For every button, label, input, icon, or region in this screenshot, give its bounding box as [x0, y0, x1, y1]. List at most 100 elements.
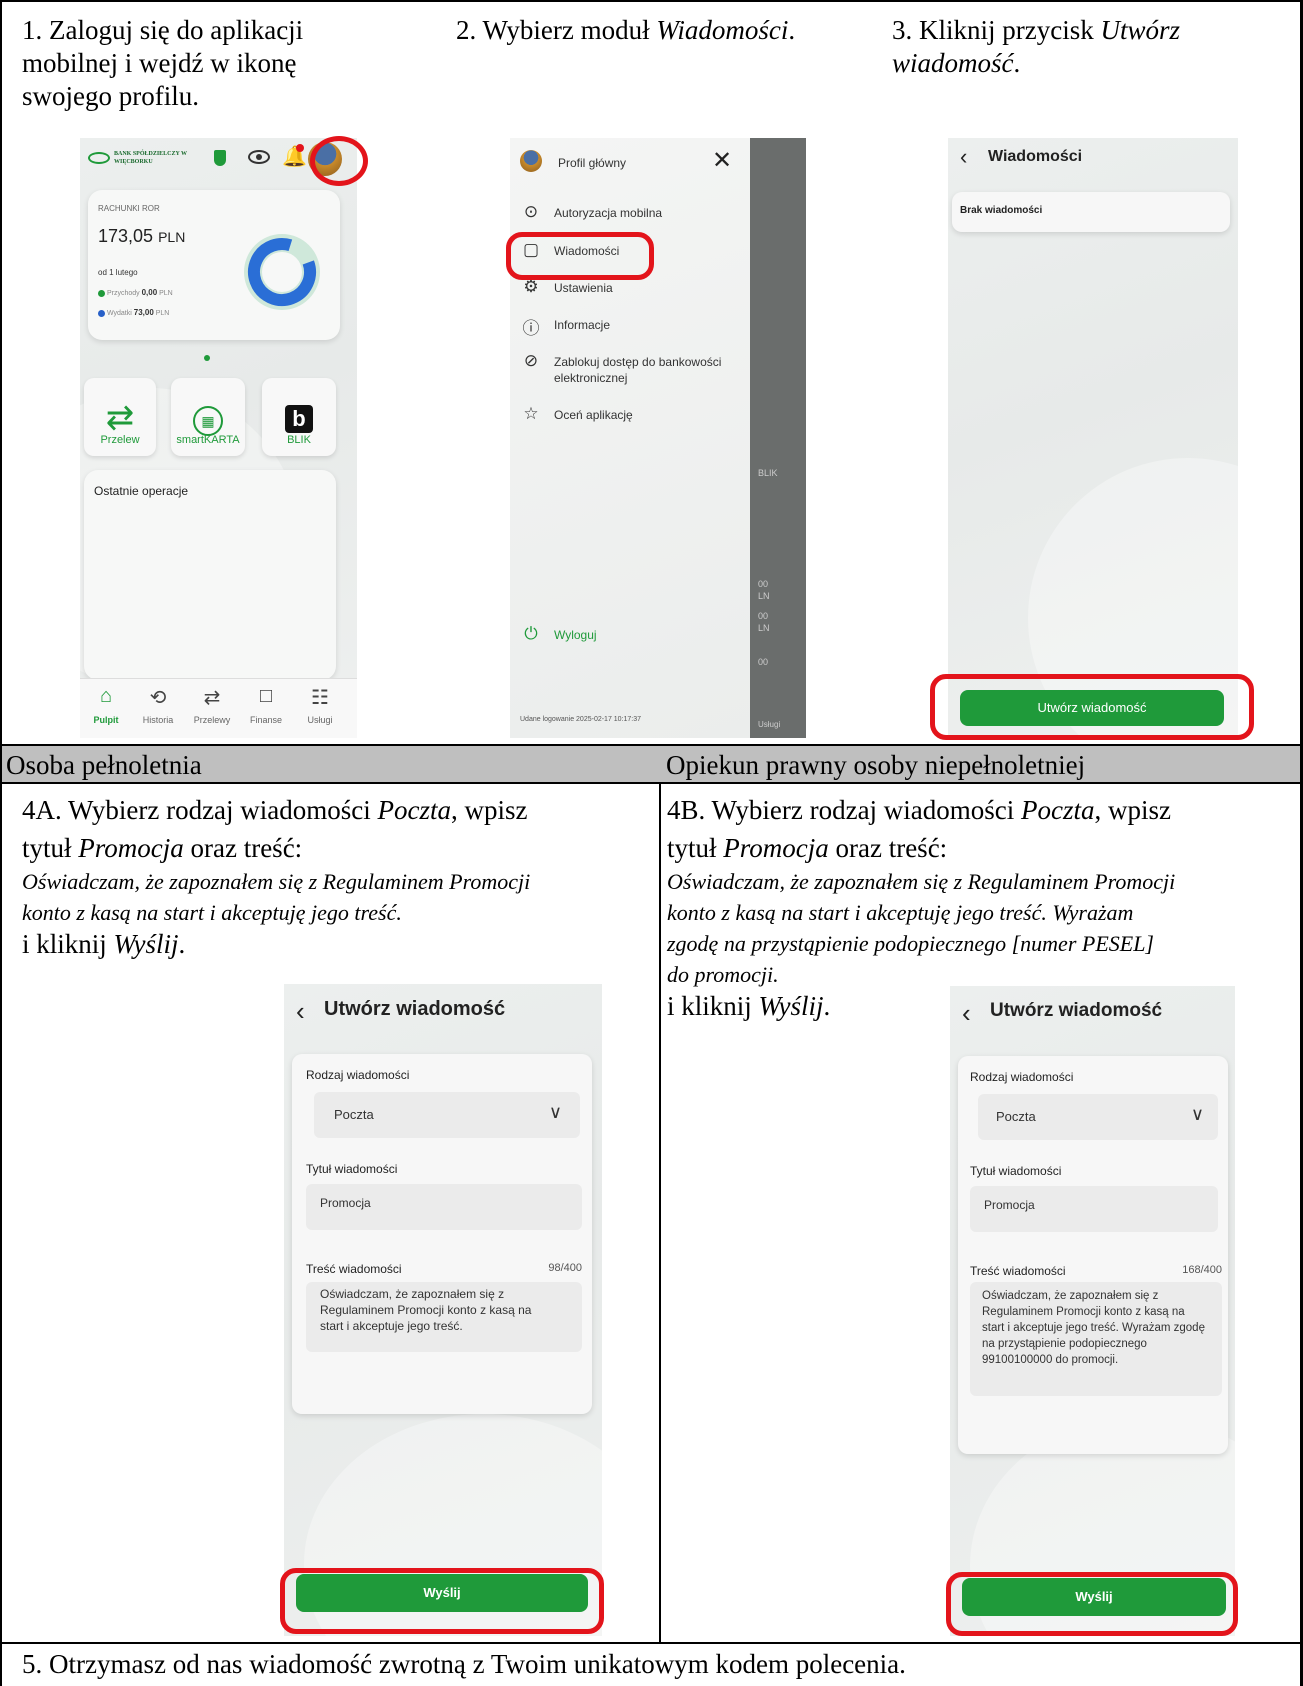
- services-icon: ☷: [311, 687, 329, 709]
- period-label: od 1 lutego: [98, 268, 138, 277]
- body-textarea[interactable]: Oświadczam, że zapoznałem się z Regulami…: [306, 1282, 582, 1352]
- step5-text: 5. Otrzymasz od nas wiadomość zwrotną z …: [22, 1649, 906, 1679]
- subject-value: Promocja: [984, 1198, 1035, 1212]
- close-icon[interactable]: ✕: [712, 146, 732, 175]
- notification-dot: [296, 144, 304, 152]
- subject-input[interactable]: Promocja: [306, 1184, 582, 1230]
- subject-label: Tytuł wiadomości: [970, 1164, 1062, 1178]
- type-select[interactable]: Poczta ∨: [314, 1092, 580, 1138]
- subject-value: Promocja: [320, 1196, 371, 1210]
- tile-transfer[interactable]: ⇄ Przelew: [84, 378, 156, 456]
- body-text: Oświadczam, że zapoznałem się z Regulami…: [982, 1290, 1205, 1366]
- bank-name: BANK SPÓŁDZIELCZY W WIĘCBORKU: [114, 151, 187, 165]
- bank-logo-icon: [88, 152, 110, 164]
- step1-line: mobilnej i wejdź w ikonę: [22, 48, 297, 78]
- type-select[interactable]: Poczta ∨: [978, 1094, 1218, 1140]
- menu-item-ocen[interactable]: ☆ Oceń aplikację: [520, 402, 740, 432]
- tile-label: Przelew: [100, 434, 140, 446]
- step3-text: 3. Kliknij przycisk Utwórz wiadomość.: [892, 15, 1181, 78]
- dimmed-background: BLIK 00 LN 00 LN 00 Usługi: [750, 138, 806, 738]
- header-right: Opiekun prawny osoby niepełnoletniej: [666, 750, 1086, 780]
- step4b-statement: Oświadczam, że zapoznałem się z Regulami…: [667, 869, 1176, 987]
- step1-line: swojego profilu.: [22, 81, 199, 111]
- screenshot-dashboard: BANK SPÓŁDZIELCZY W WIĘCBORKU 🔔 RACHUNKI…: [80, 138, 357, 738]
- messages-title: Wiadomości: [988, 148, 1083, 165]
- body-label: Treść wiadomości: [306, 1262, 402, 1276]
- highlight-create-button: [930, 674, 1254, 740]
- side-blik-label: BLIK: [758, 468, 778, 478]
- message-form-card: Rodzaj wiadomości Poczta ∨ Tytuł wiadomo…: [958, 1056, 1228, 1454]
- highlight-profile-avatar: [310, 136, 368, 186]
- star-icon: ☆: [523, 404, 539, 423]
- back-chevron-icon[interactable]: ‹: [960, 144, 967, 170]
- form-title: Utwórz wiadomość: [324, 998, 506, 1020]
- bottom-navigation: ⌂ Pulpit ⟲ Historia ⇄ Przelewy □ Finanse…: [80, 678, 357, 738]
- info-icon: ⓘ: [522, 319, 540, 338]
- nav-przelewy[interactable]: ⇄ Przelewy: [186, 685, 238, 725]
- highlight-send-button-b: [946, 1572, 1238, 1636]
- chevron-down-icon: ∨: [548, 1102, 562, 1122]
- gear-icon: ⚙: [523, 277, 539, 296]
- empty-messages-card: Brak wiadomości: [952, 192, 1230, 232]
- menu-avatar: [520, 150, 542, 172]
- finance-icon: □: [259, 685, 273, 707]
- qr-icon: ▦: [171, 402, 245, 436]
- type-label: Rodzaj wiadomości: [970, 1070, 1074, 1084]
- chevron-down-icon: ∨: [1190, 1104, 1204, 1124]
- eye-icon[interactable]: [248, 150, 270, 164]
- subject-input[interactable]: Promocja: [970, 1186, 1218, 1232]
- step1-line: 1. Zaloguj się do aplikacji: [22, 15, 304, 45]
- last-login: Udane logowanie 2025-02-17 10:17:37: [520, 716, 642, 723]
- transfers-icon: ⇄: [203, 687, 221, 709]
- account-label: RACHUNKI ROR: [98, 204, 160, 213]
- nav-uslugi[interactable]: ☷ Usługi: [294, 685, 346, 725]
- account-card[interactable]: RACHUNKI ROR 173,05 PLN od 1 lutego Przy…: [88, 190, 340, 340]
- recent-operations-title: Ostatnie operacje: [94, 484, 189, 498]
- page-indicator-dot: [204, 355, 210, 361]
- menu-item-informacje[interactable]: ⓘ Informacje: [520, 312, 740, 342]
- transfer-icon: ⇄: [105, 399, 135, 437]
- border-row2: [0, 782, 1303, 784]
- power-icon: ⏻: [524, 624, 538, 643]
- instruction-document: Osoba pełnoletnia Opiekun prawny osoby n…: [0, 0, 1303, 1686]
- nav-pulpit[interactable]: ⌂ Pulpit: [80, 685, 132, 725]
- expense-row: Wydatki 73,00 PLN: [98, 308, 169, 317]
- body-label: Treść wiadomości: [970, 1264, 1066, 1278]
- profile-name: Profil główny: [558, 156, 627, 170]
- tile-blik[interactable]: b BLIK: [262, 378, 336, 456]
- logout-button[interactable]: ⏻ Wyloguj: [520, 622, 680, 652]
- border-top: [0, 0, 1303, 2]
- back-chevron-icon[interactable]: ‹: [296, 996, 305, 1027]
- back-chevron-icon[interactable]: ‹: [962, 998, 971, 1029]
- home-icon: ⌂: [99, 685, 113, 707]
- nav-finanse[interactable]: □ Finanse: [240, 685, 292, 725]
- menu-item-autoryzacja[interactable]: ⊙ Autoryzacja mobilna: [520, 200, 740, 230]
- char-counter: 98/400: [548, 1262, 582, 1274]
- nav-historia[interactable]: ⟲ Historia: [132, 685, 184, 725]
- step4a-statement: Oświadczam, że zapoznałem się z Regulami…: [22, 869, 531, 925]
- char-counter: 168/400: [1182, 1264, 1222, 1276]
- type-value: Poczta: [996, 1109, 1036, 1124]
- screenshot-menu: BLIK 00 LN 00 LN 00 Usługi Profil główny…: [510, 138, 806, 738]
- tile-label: BLIK: [287, 434, 311, 446]
- screenshot-form-b: ‹ Utwórz wiadomość Rodzaj wiadomości Poc…: [950, 986, 1235, 1636]
- message-form-card: Rodzaj wiadomości Poczta ∨ Tytuł wiadomo…: [292, 1054, 592, 1414]
- blik-icon: b: [262, 396, 336, 435]
- tile-smartkarta[interactable]: ▦ smartKARTA: [171, 378, 245, 456]
- screenshot-messages: ‹ Wiadomości Brak wiadomości Utwórz wiad…: [948, 138, 1238, 738]
- block-icon: ⊘: [523, 351, 539, 370]
- highlight-wiadomosci: [506, 232, 654, 280]
- screenshot-form-a: ‹ Utwórz wiadomość Rodzaj wiadomości Poc…: [284, 984, 602, 1636]
- menu-panel: Profil główny ✕ ⊙ Autoryzacja mobilna ▢ …: [510, 138, 750, 738]
- tile-label: smartKARTA: [176, 434, 240, 446]
- recent-operations-card: Ostatnie operacje: [84, 470, 336, 680]
- emblem-icon: [214, 150, 226, 166]
- balance-donut-chart: [244, 234, 320, 310]
- border-mid: [659, 744, 661, 1643]
- side-nav-label: Usługi: [758, 720, 781, 729]
- header-left: Osoba pełnoletnia: [6, 750, 202, 780]
- side-values: 00 LN 00 LN 00: [758, 579, 770, 667]
- body-textarea[interactable]: Oświadczam, że zapoznałem się z Regulami…: [970, 1282, 1222, 1396]
- border-left: [0, 0, 2, 1686]
- menu-item-zablokuj[interactable]: ⊘ Zablokuj dostęp do bankowości elektron…: [520, 349, 740, 389]
